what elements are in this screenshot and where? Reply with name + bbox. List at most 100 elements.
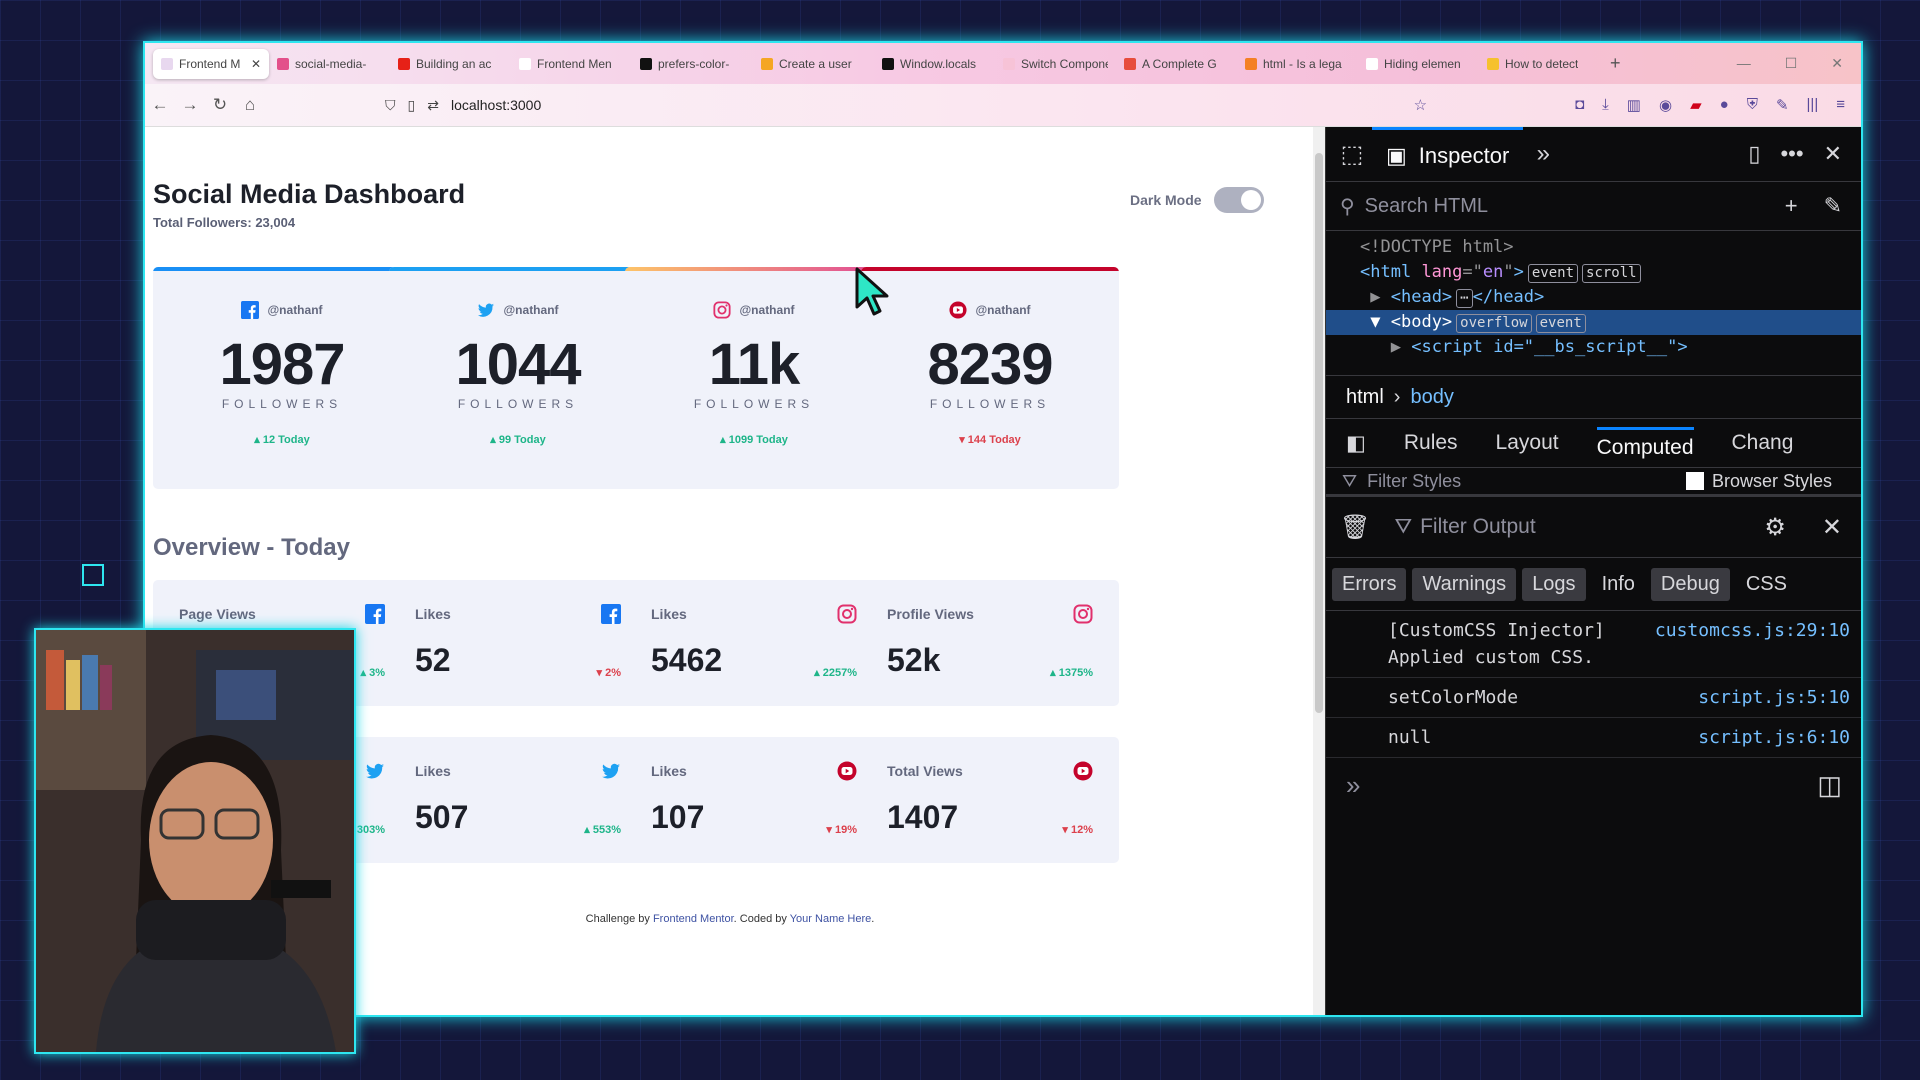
permissions-icon[interactable]: ⇄ (427, 97, 439, 114)
profile-icon[interactable]: ● (1720, 96, 1729, 114)
follower-card-instagram[interactable]: @nathanf 11k FOLLOWERS ▴ 1099 Today (625, 267, 883, 489)
overflow-badge[interactable]: overflow (1456, 314, 1532, 333)
markup-body-selected[interactable]: ▼ <body> overflow event (1326, 310, 1861, 335)
collapsed-icon[interactable]: ⋯ (1456, 289, 1473, 308)
url-text[interactable]: localhost:3000 (451, 97, 541, 113)
follower-card-twitter[interactable]: @nathanf 1044 FOLLOWERS ▴ 99 Today (389, 267, 647, 489)
author-link[interactable]: Your Name Here (790, 913, 872, 925)
gear-icon[interactable]: ⚙ (1764, 513, 1786, 542)
forward-icon[interactable]: → (175, 95, 205, 115)
download-icon[interactable]: ⤓ (1602, 96, 1609, 114)
sidebar-toggle-icon[interactable]: ◧ (1346, 431, 1366, 456)
search-html-placeholder[interactable]: Search HTML (1365, 195, 1488, 218)
picker-icon[interactable]: ✎ (1776, 96, 1789, 114)
overview-card[interactable]: Likes 5462 ▴ 2257% (625, 580, 883, 706)
new-tab-icon[interactable]: + (1610, 53, 1621, 74)
expand-arrow-icon[interactable]: ▶ (1391, 337, 1401, 357)
close-tab-icon[interactable]: ✕ (251, 57, 261, 71)
browser-tab[interactable]: Hiding elemen (1358, 49, 1479, 79)
level-filter-logs[interactable]: Logs (1522, 567, 1586, 601)
checkbox-box[interactable] (1685, 472, 1704, 490)
dock-icon[interactable]: ▯ (1748, 141, 1760, 167)
frontend-mentor-link[interactable]: Frontend Mentor (653, 913, 734, 925)
overflow-menu-icon[interactable]: ••• (1780, 141, 1803, 167)
html-search[interactable]: ⚲ Search HTML + ✎ (1326, 182, 1861, 231)
filter-styles-input[interactable]: Filter Styles (1367, 471, 1461, 492)
scroll-badge[interactable]: scroll (1582, 264, 1641, 283)
dark-mode-toggle[interactable] (1213, 187, 1264, 213)
markup-script[interactable]: ▶ <script id="__bs_script__"> (1360, 335, 1861, 360)
close-console-icon[interactable]: ✕ (1822, 513, 1842, 542)
extension-icon[interactable]: ◉ (1659, 96, 1672, 114)
markup-doctype[interactable]: <!DOCTYPE html> (1360, 235, 1861, 260)
markup-head[interactable]: ▶ <head> ⋯ </head> (1360, 285, 1861, 310)
url-bar[interactable]: ⛉ ▯ ⇄ localhost:3000 (385, 97, 541, 114)
pocket-icon[interactable]: ◘ (1575, 96, 1584, 114)
shield-icon[interactable]: ⛉ (385, 97, 396, 114)
overview-card[interactable]: Likes 52 ▾ 2% (389, 580, 647, 706)
pdf-icon[interactable]: ▰ (1690, 96, 1702, 114)
overview-card[interactable]: Total Views 1407 ▾ 12% (861, 737, 1119, 863)
library-icon[interactable]: ||| (1807, 96, 1819, 114)
tab-layout[interactable]: Layout (1496, 431, 1559, 455)
event-badge[interactable]: event (1535, 314, 1586, 333)
tab-rules[interactable]: Rules (1404, 431, 1458, 455)
collapse-arrow-icon[interactable]: ▼ (1370, 312, 1380, 332)
element-picker-icon[interactable]: ⬚ (1332, 140, 1372, 169)
console-message[interactable]: null script.js:6:10 (1326, 718, 1861, 758)
reload-icon[interactable]: ↻ (205, 95, 235, 115)
message-source-link[interactable]: customcss.js:29:10 (1655, 617, 1850, 671)
markup-html[interactable]: <html lang="en"> event scroll (1360, 260, 1861, 285)
browser-tab[interactable]: Building an ac (390, 49, 511, 79)
browser-tab[interactable]: Frontend Men (511, 49, 632, 79)
level-filter-warnings[interactable]: Warnings (1412, 567, 1517, 601)
browser-tab[interactable]: Create a user (753, 49, 874, 79)
add-node-icon[interactable]: + (1785, 193, 1798, 219)
overview-card[interactable]: Likes 507 ▴ 553% (389, 737, 647, 863)
message-source-link[interactable]: script.js:6:10 (1698, 724, 1850, 751)
overview-card[interactable]: Likes 107 ▾ 19% (625, 737, 883, 863)
expand-arrow-icon[interactable]: ▶ (1370, 287, 1380, 307)
tab-changes[interactable]: Chang (1732, 431, 1794, 455)
browser-tab[interactable]: social-media- (269, 49, 390, 79)
follower-card-facebook[interactable]: @nathanf 1987 FOLLOWERS ▴ 12 Today (153, 267, 411, 489)
back-icon[interactable]: ← (145, 95, 175, 115)
minimize-icon[interactable]: — (1737, 55, 1751, 72)
browser-tab[interactable]: Frontend M ✕ (153, 48, 269, 79)
tab-computed[interactable]: Computed (1596, 426, 1694, 460)
event-badge[interactable]: event (1527, 264, 1579, 283)
browser-tab[interactable]: prefers-color- (632, 49, 753, 79)
browser-tab[interactable]: Switch Componen (995, 49, 1116, 79)
adblock-icon[interactable]: ⛨ (1747, 96, 1758, 114)
trash-icon[interactable]: 🗑 (1340, 513, 1370, 542)
menu-icon[interactable]: ≡ (1836, 96, 1845, 114)
browser-tab[interactable]: html - Is a lega (1237, 49, 1358, 79)
level-filter-css[interactable]: CSS (1736, 568, 1797, 601)
browser-tab[interactable]: Window.locals (874, 49, 995, 79)
sidebar-icon[interactable]: ▥ (1627, 96, 1641, 114)
breadcrumb-html[interactable]: html (1346, 386, 1384, 409)
close-window-icon[interactable]: ✕ (1831, 55, 1843, 72)
more-tabs-icon[interactable]: » (1523, 140, 1563, 168)
tab-inspector[interactable]: ▣ Inspector (1372, 127, 1524, 181)
level-filter-errors[interactable]: Errors (1332, 567, 1407, 601)
browser-tab[interactable]: A Complete G (1116, 49, 1237, 79)
bookmark-star-icon[interactable]: ☆ (1414, 96, 1427, 114)
filter-output-input[interactable]: Filter Output (1420, 515, 1536, 539)
eyedropper-icon[interactable]: ✎ (1824, 193, 1842, 219)
overview-card[interactable]: Profile Views 52k ▴ 1375% (861, 580, 1119, 706)
level-filter-debug[interactable]: Debug (1650, 567, 1730, 601)
browser-tab[interactable]: How to detect (1479, 49, 1600, 79)
breadcrumb-body[interactable]: body (1410, 386, 1453, 409)
message-source-link[interactable]: script.js:5:10 (1698, 684, 1850, 711)
console-message[interactable]: [CustomCSS Injector] Applied custom CSS.… (1326, 611, 1861, 678)
level-filter-info[interactable]: Info (1592, 568, 1645, 601)
split-console-icon[interactable]: ◫ (1817, 770, 1842, 801)
follower-card-youtube[interactable]: @nathanf 8239 FOLLOWERS ▾ 144 Today (861, 267, 1119, 489)
home-icon[interactable]: ⌂ (235, 95, 265, 115)
maximize-icon[interactable]: ☐ (1785, 55, 1798, 72)
browser-styles-checkbox[interactable]: Browser Styles (1685, 471, 1861, 492)
page-scroll-thumb[interactable] (1315, 153, 1323, 713)
console-input[interactable]: » ◫ (1326, 758, 1861, 813)
close-devtools-icon[interactable]: ✕ (1824, 141, 1842, 167)
